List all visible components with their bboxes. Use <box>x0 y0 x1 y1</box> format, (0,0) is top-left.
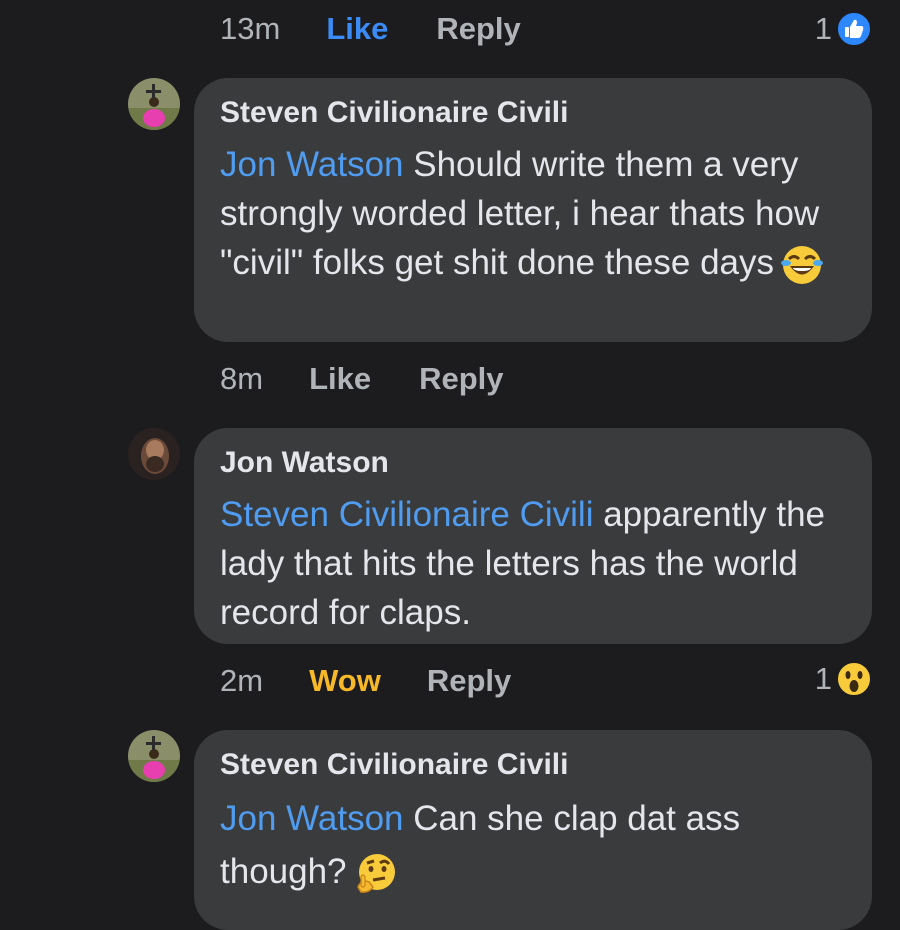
comment-timestamp: 8m <box>220 361 264 396</box>
reaction-summary[interactable]: 1 <box>815 654 872 704</box>
like-button[interactable]: Like <box>326 11 388 47</box>
mention-link[interactable]: Jon Watson <box>220 145 404 184</box>
comment-actions-top: 13m Like Reply <box>220 4 521 54</box>
comment-bubble: Jon Watson Steven Civilionaire Civili ap… <box>194 428 872 644</box>
comment-text: Jon Watson Can she clap dat ass though? <box>220 792 846 898</box>
reply-button[interactable]: Reply <box>427 663 511 699</box>
comment-author[interactable]: Steven Civilionaire Civili <box>220 96 846 130</box>
comment-author[interactable]: Jon Watson <box>220 446 846 480</box>
comment-text: Jon Watson Should write them a very stro… <box>220 140 846 287</box>
like-reaction-icon <box>836 11 872 47</box>
wow-reaction-button[interactable]: Wow <box>309 663 381 699</box>
comment-bubble: Steven Civilionaire Civili Jon Watson Sh… <box>194 78 872 342</box>
reaction-count: 1 <box>814 11 832 46</box>
like-button[interactable]: Like <box>309 361 371 397</box>
wow-reaction-icon <box>836 661 872 697</box>
comment-actions: 8m Like Reply <box>220 354 504 404</box>
comment-timestamp: 2m <box>220 663 264 698</box>
comment-timestamp: 13m <box>220 11 281 46</box>
reaction-count: 1 <box>814 661 832 696</box>
comment-bubble: Steven Civilionaire Civili Jon Watson Ca… <box>194 730 872 930</box>
comment-actions: 2m Wow Reply <box>220 656 511 706</box>
reaction-summary[interactable]: 1 <box>815 4 872 54</box>
avatar[interactable] <box>128 78 180 130</box>
thinking-face-emoji <box>356 853 395 893</box>
avatar[interactable] <box>128 730 180 782</box>
mention-link[interactable]: Steven Civilionaire Civili <box>220 495 593 534</box>
avatar[interactable] <box>128 428 180 480</box>
comment-author[interactable]: Steven Civilionaire Civili <box>220 748 846 782</box>
reply-button[interactable]: Reply <box>419 361 503 397</box>
reply-button[interactable]: Reply <box>436 11 520 47</box>
laughing-tears-emoji <box>781 245 824 284</box>
mention-link[interactable]: Jon Watson <box>220 799 404 838</box>
comment-text: Steven Civilionaire Civili apparently th… <box>220 495 826 632</box>
